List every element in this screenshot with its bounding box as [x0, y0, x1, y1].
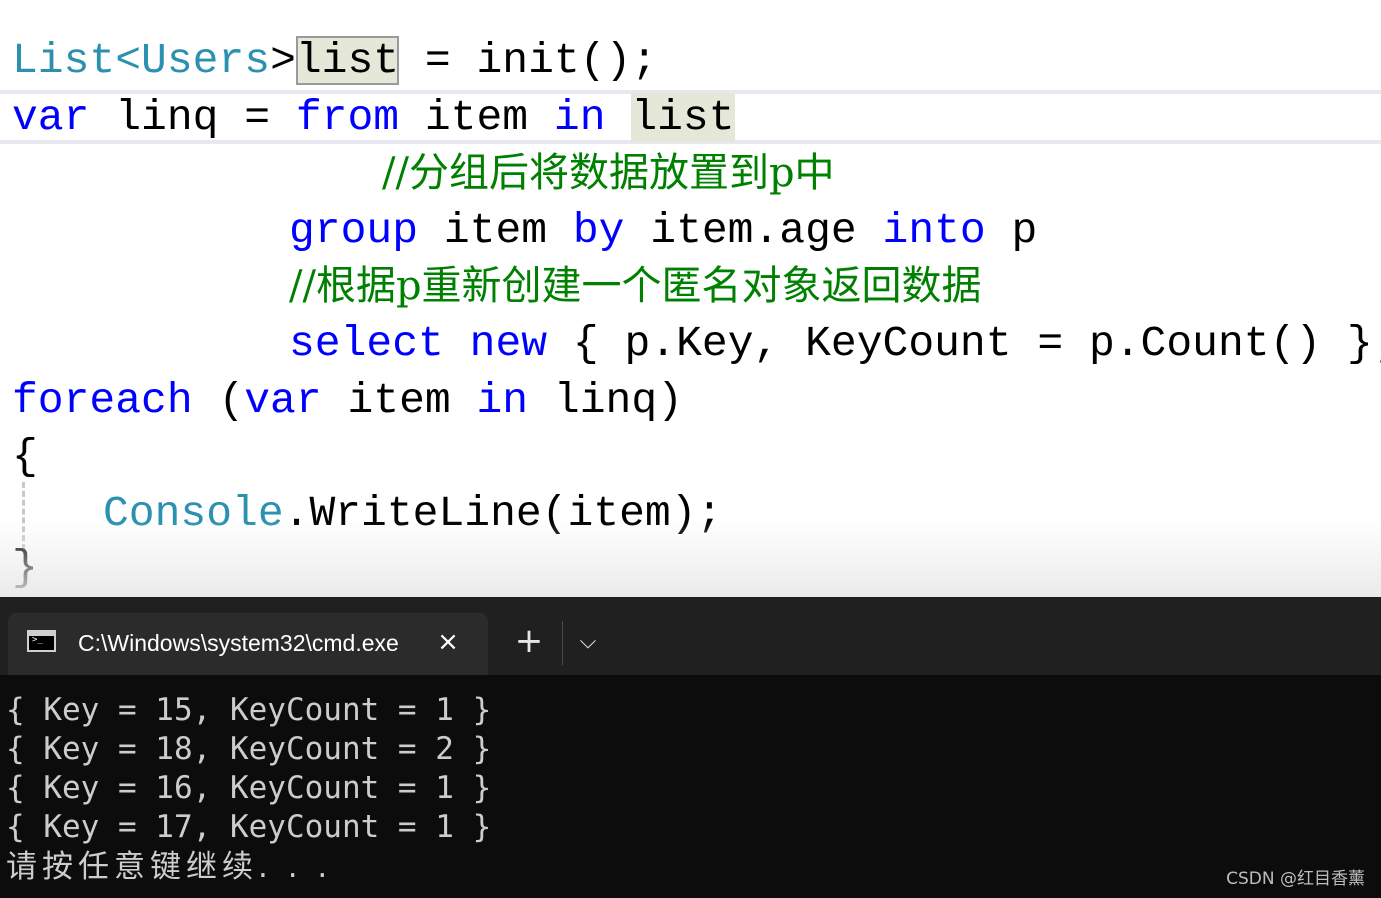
- code-line-5[interactable]: //根据p重新创建一个匿名对象返回数据: [289, 258, 982, 314]
- token-text: linq): [528, 376, 683, 425]
- token-keyword: in: [476, 376, 529, 425]
- new-tab-button[interactable]: +: [512, 623, 546, 661]
- token-text: >: [270, 36, 296, 85]
- terminal-tab-cmd[interactable]: C:\Windows\system32\cmd.exe ×: [8, 613, 488, 675]
- token-text: item: [321, 376, 477, 425]
- code-line-7[interactable]: foreach (var item in linq): [12, 373, 683, 429]
- token-keyword: group: [289, 206, 419, 255]
- token-keyword: var: [12, 93, 90, 142]
- token-text: item: [418, 206, 573, 255]
- terminal-tab-strip: C:\Windows\system32\cmd.exe × + ⌵: [0, 597, 1381, 675]
- token-text: (: [192, 376, 245, 425]
- token-keyword: from: [295, 93, 400, 142]
- code-line-3[interactable]: //分组后将数据放置到p中: [382, 145, 835, 201]
- code-editor[interactable]: List<Users>list = init(); var linq = fro…: [0, 0, 1381, 597]
- token-keyword: var: [244, 376, 322, 425]
- token-text: item: [399, 93, 554, 142]
- token-text: .WriteLine(item);: [283, 489, 723, 538]
- token-text: { p.Key, KeyCount = p.Count() };: [547, 319, 1381, 368]
- terminal-output[interactable]: { Key = 15, KeyCount = 1 } { Key = 18, K…: [6, 691, 1376, 887]
- code-line-8[interactable]: {: [12, 429, 38, 485]
- token-text: = init();: [399, 36, 658, 85]
- token-highlighted-symbol[interactable]: list: [295, 36, 400, 85]
- code-line-9[interactable]: Console.WriteLine(item);: [103, 486, 722, 542]
- code-line-2[interactable]: var linq = from item in list: [12, 90, 735, 146]
- code-line-6[interactable]: select new { p.Key, KeyCount = p.Count()…: [289, 316, 1381, 372]
- token-text: p: [985, 206, 1038, 255]
- csdn-watermark: CSDN @红目香薰: [1226, 869, 1365, 889]
- press-any-key-prompt: 请按任意键继续. . .: [6, 849, 333, 885]
- token-brace: {: [12, 432, 38, 481]
- token-type: List<: [12, 36, 142, 85]
- output-line: { Key = 15, KeyCount = 1 }: [6, 692, 492, 728]
- token-keyword: in: [553, 93, 606, 142]
- close-icon[interactable]: ×: [433, 625, 463, 659]
- cmd-icon: [27, 630, 56, 652]
- code-line-1[interactable]: List<Users>list = init();: [12, 33, 657, 89]
- token-text: linq =: [89, 93, 296, 142]
- output-line: { Key = 16, KeyCount = 1 }: [6, 770, 492, 806]
- token-brace: }: [12, 543, 38, 592]
- token-keyword: new: [469, 319, 548, 368]
- token-keyword: select: [289, 319, 444, 368]
- tab-separator: [562, 621, 563, 665]
- code-line-10[interactable]: }: [12, 540, 38, 596]
- tab-title: C:\Windows\system32\cmd.exe: [78, 630, 399, 656]
- chevron-down-icon[interactable]: ⌵: [574, 625, 602, 659]
- token-keyword: into: [882, 206, 986, 255]
- token-type: Console: [103, 489, 284, 538]
- output-line: { Key = 18, KeyCount = 2 }: [6, 731, 492, 767]
- token-comment: //根据p重新创建一个匿名对象返回数据: [289, 263, 982, 309]
- token-highlighted-symbol[interactable]: list: [631, 93, 735, 142]
- code-line-4[interactable]: group item by item.age into p: [289, 203, 1037, 259]
- token-keyword: foreach: [12, 376, 193, 425]
- token-text: item.age: [624, 206, 883, 255]
- token-keyword: by: [572, 206, 625, 255]
- token-comment: //分组后将数据放置到p中: [382, 150, 835, 196]
- output-line: { Key = 17, KeyCount = 1 }: [6, 809, 492, 845]
- token-type: Users: [141, 36, 271, 85]
- terminal-window[interactable]: C:\Windows\system32\cmd.exe × + ⌵ { Key …: [0, 597, 1381, 898]
